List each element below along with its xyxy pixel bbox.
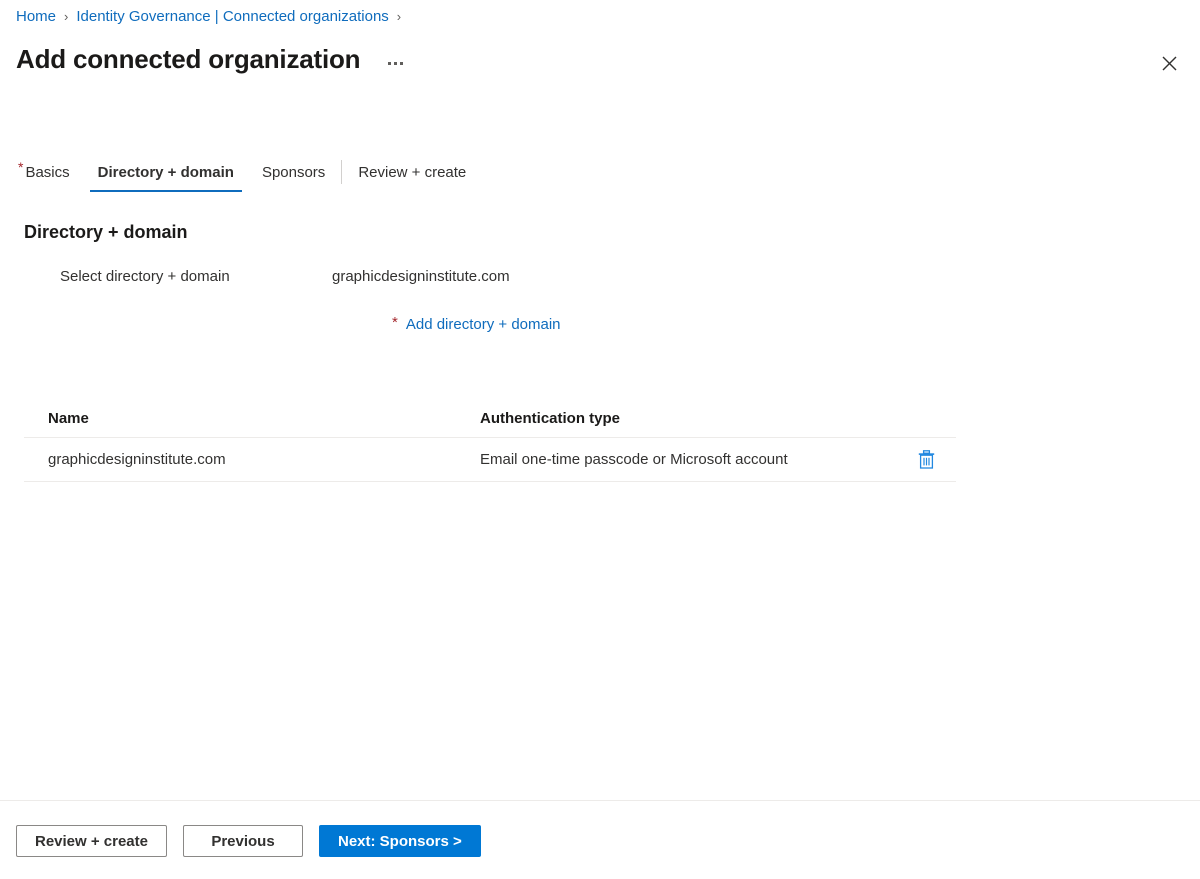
next-sponsors-button[interactable]: Next: Sponsors > — [319, 825, 481, 857]
field-label-select-directory-domain: Select directory + domain — [60, 268, 230, 285]
cell-authentication-type: Email one-time passcode or Microsoft acc… — [480, 451, 788, 468]
form-row-select-directory-domain: Select directory + domain graphicdesigni… — [0, 266, 980, 288]
required-asterisk: * — [392, 314, 398, 331]
column-header-authentication-type[interactable]: Authentication type — [480, 410, 896, 427]
cell-name: graphicdesigninstitute.com — [48, 451, 226, 468]
tab-sponsors[interactable]: Sponsors — [248, 152, 339, 192]
required-asterisk: * — [18, 159, 24, 175]
ellipsis-dot — [388, 61, 392, 65]
title-row: Add connected organization — [16, 42, 407, 76]
breadcrumb: Home › Identity Governance | Connected o… — [16, 7, 409, 27]
add-directory-domain-row: * Add directory + domain — [392, 314, 561, 336]
more-commands-icon[interactable] — [384, 56, 407, 71]
ellipsis-dot — [400, 61, 404, 65]
breadcrumb-item-identity-governance[interactable]: Identity Governance | Connected organiza… — [76, 7, 388, 27]
ellipsis-dot — [394, 61, 398, 65]
cell-actions — [896, 446, 956, 474]
tab-label: Sponsors — [261, 163, 326, 181]
tab-divider — [341, 160, 343, 184]
directory-domain-grid: Name Authentication type graphicdesignin… — [24, 400, 956, 482]
breadcrumb-item-home[interactable]: Home — [16, 7, 56, 27]
tab-label: Directory + domain — [97, 163, 234, 181]
previous-button[interactable]: Previous — [183, 825, 303, 857]
field-value-select-directory-domain: graphicdesigninstitute.com — [332, 268, 510, 285]
section-heading: Directory + domain — [24, 222, 188, 242]
tab-label: Review + create — [358, 163, 467, 181]
review-create-button[interactable]: Review + create — [16, 825, 167, 857]
grid-header-row: Name Authentication type — [24, 400, 956, 438]
blade-add-connected-organization: Home › Identity Governance | Connected o… — [0, 0, 1200, 879]
trash-icon[interactable] — [912, 446, 940, 474]
tab-directory-domain[interactable]: Directory + domain — [84, 152, 248, 192]
close-icon[interactable] — [1152, 46, 1186, 80]
wizard-footer: Review + create Previous Next: Sponsors … — [0, 800, 1200, 879]
tab-basics[interactable]: * Basics — [16, 152, 84, 192]
tab-label: Basics — [25, 163, 70, 181]
wizard-tabs: * Basics Directory + domain Sponsors Rev… — [16, 152, 480, 192]
tab-review-create[interactable]: Review + create — [344, 152, 480, 192]
table-row[interactable]: graphicdesigninstitute.com Email one-tim… — [24, 438, 956, 482]
breadcrumb-separator-icon: › — [64, 9, 69, 24]
add-directory-domain-link[interactable]: Add directory + domain — [406, 314, 561, 336]
page-title: Add connected organization — [16, 44, 361, 74]
column-header-name[interactable]: Name — [24, 410, 480, 427]
breadcrumb-separator-icon: › — [396, 9, 402, 24]
